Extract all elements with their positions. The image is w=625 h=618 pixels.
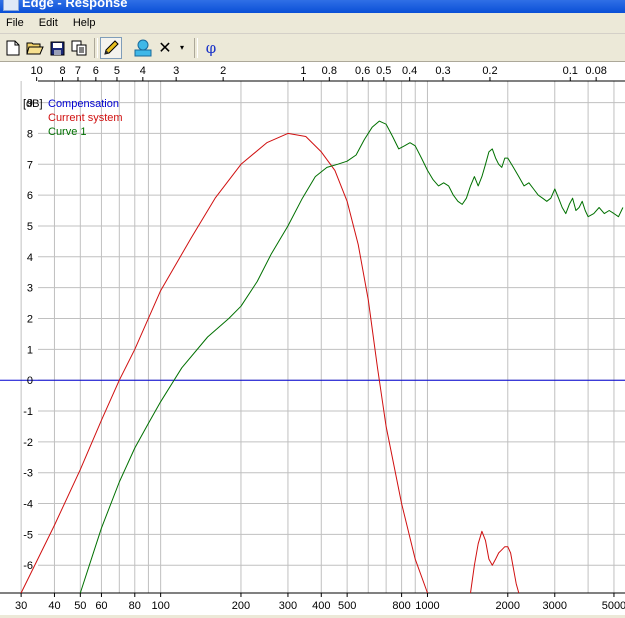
x-tick-label: 5000 bbox=[602, 600, 625, 612]
menu-help[interactable]: Help bbox=[67, 13, 102, 33]
top-tick-label: 4 bbox=[140, 65, 146, 77]
x-tick-label: 800 bbox=[392, 600, 410, 612]
x-tick-label: 40 bbox=[48, 600, 60, 612]
legend-current-system: Current system bbox=[48, 112, 123, 124]
y-tick-label: -1 bbox=[23, 406, 33, 418]
grid bbox=[0, 80, 625, 594]
toolbar-separator bbox=[94, 38, 98, 58]
top-tick-label: 2 bbox=[220, 65, 226, 77]
menu-file[interactable]: File bbox=[0, 13, 30, 33]
menu-bar: File Edit Help bbox=[0, 13, 625, 34]
phi-icon: φ bbox=[205, 38, 217, 57]
delete-dropdown-button[interactable]: ▾ bbox=[176, 37, 188, 59]
top-tick-label: 5 bbox=[114, 65, 120, 77]
phase-button[interactable]: φ bbox=[200, 37, 222, 59]
delete-x-icon: ✕ bbox=[158, 38, 172, 57]
legend-curve-1: Curve 1 bbox=[48, 126, 87, 138]
top-tick-label: 6 bbox=[93, 65, 99, 77]
y-tick-label: 0 bbox=[27, 375, 33, 387]
new-document-icon bbox=[6, 40, 20, 56]
y-tick-label: 4 bbox=[27, 252, 33, 264]
series-curve-1-line bbox=[79, 120, 624, 594]
y-tick-label: 7 bbox=[27, 159, 33, 171]
open-button[interactable] bbox=[24, 37, 46, 59]
curves bbox=[0, 120, 625, 594]
y-tick-label: -4 bbox=[23, 499, 33, 511]
series-current-system-line bbox=[470, 530, 520, 594]
y-tick-label: -5 bbox=[23, 529, 33, 541]
x-tick-label: 3000 bbox=[543, 600, 567, 612]
x-tick-label: 200 bbox=[232, 600, 250, 612]
x-tick-label: 50 bbox=[74, 600, 86, 612]
legend-compensation: Compensation bbox=[48, 98, 119, 110]
x-tick-label: 80 bbox=[129, 600, 141, 612]
y-tick-label: 8 bbox=[27, 128, 33, 140]
top-tick-label: 3 bbox=[173, 65, 179, 77]
toolbar-separator bbox=[194, 38, 198, 58]
top-tick-label: 7 bbox=[75, 65, 81, 77]
y-tick-label: 1 bbox=[27, 344, 33, 356]
menu-edit[interactable]: Edit bbox=[33, 13, 64, 33]
title-bar[interactable]: Edge - Response bbox=[0, 0, 625, 13]
x-tick-label: 500 bbox=[338, 600, 356, 612]
open-folder-icon bbox=[26, 42, 44, 55]
y-tick-label: -3 bbox=[23, 468, 33, 480]
x-tick-label: 30 bbox=[15, 600, 27, 612]
top-tick-label: 8 bbox=[59, 65, 65, 77]
y-tick-label: 2 bbox=[27, 313, 33, 325]
stamp-icon bbox=[134, 39, 152, 57]
top-tick-label: 0.1 bbox=[563, 65, 578, 77]
y-tick-label: 3 bbox=[27, 283, 33, 295]
x-tick-label: 60 bbox=[95, 600, 107, 612]
top-tick-label: 0.08 bbox=[585, 65, 606, 77]
y-tick-label: 5 bbox=[27, 221, 33, 233]
y-tick-label: 6 bbox=[27, 190, 33, 202]
app-icon bbox=[3, 0, 19, 11]
top-tick-label: 0.2 bbox=[482, 65, 497, 77]
chevron-down-icon: ▾ bbox=[179, 43, 184, 52]
legend: Compensation Current system Curve 1 bbox=[48, 98, 123, 138]
x-tick-label: 1000 bbox=[415, 600, 439, 612]
top-tick-label: 0.8 bbox=[322, 65, 337, 77]
top-tick-label: 0.4 bbox=[402, 65, 417, 77]
top-tick-label: 1 bbox=[300, 65, 306, 77]
y-tick-label: -2 bbox=[23, 437, 33, 449]
window-title: Edge - Response bbox=[22, 0, 128, 10]
delete-button[interactable]: ✕ bbox=[154, 37, 176, 59]
axis-labels: 9876543210-1-2-3-4-5-630 40 50 60 80 100 200 30… bbox=[15, 65, 625, 612]
x-tick-label: 100 bbox=[151, 600, 169, 612]
y-axis-label: [dB] bbox=[23, 98, 43, 110]
x-tick-label: 2000 bbox=[496, 600, 520, 612]
response-plot[interactable]: 9 8 7 6 5 4 3 2 1 0 -1 -2 -3 -4 -5 -6 30 40 50 60 80 100 200 30… bbox=[0, 62, 625, 615]
save-button[interactable] bbox=[46, 37, 68, 59]
new-button[interactable] bbox=[2, 37, 24, 59]
y-tick-label: -6 bbox=[23, 560, 33, 572]
response-chart[interactable]: 9876543210-1-2-3-4-5-630 40 50 60 80 100 200 30… bbox=[0, 62, 625, 615]
copy-icon bbox=[71, 40, 87, 56]
top-tick-label: 0.5 bbox=[376, 65, 391, 77]
save-disk-icon bbox=[50, 41, 64, 55]
toolbar: ✕ ▾ φ bbox=[0, 34, 625, 62]
copy-button[interactable] bbox=[68, 37, 90, 59]
stamp-button[interactable] bbox=[132, 37, 154, 59]
top-tick-label: 0.6 bbox=[355, 65, 370, 77]
top-tick-label: 10 bbox=[31, 65, 43, 77]
series-current-system-line bbox=[20, 132, 428, 594]
pen-icon bbox=[104, 40, 119, 55]
x-tick-label: 400 bbox=[312, 600, 330, 612]
top-tick-label: 0.3 bbox=[435, 65, 450, 77]
pen-button[interactable] bbox=[100, 37, 122, 59]
x-tick-label: 300 bbox=[279, 600, 297, 612]
